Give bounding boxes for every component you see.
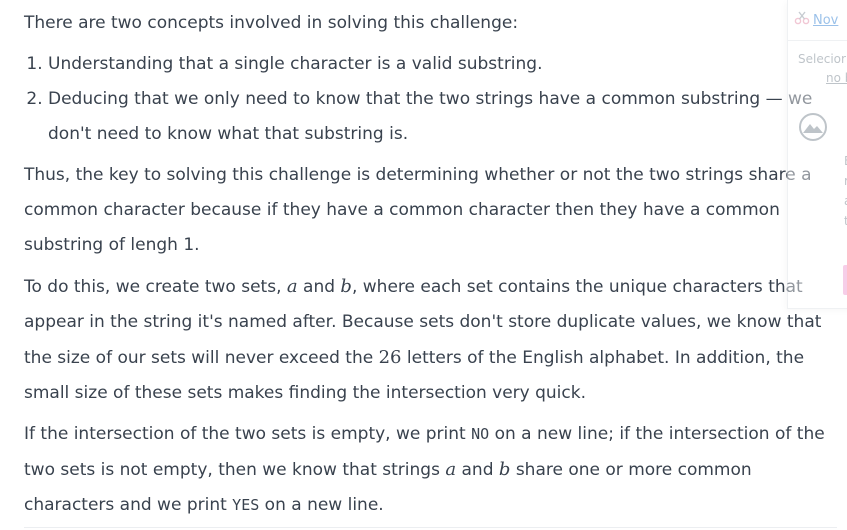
editorial-content: There are two concepts involved in solvi… — [24, 6, 844, 529]
intro-paragraph: There are two concepts involved in solvi… — [24, 13, 519, 33]
divider — [788, 40, 847, 41]
var-b: b — [498, 459, 511, 480]
new-button-label: Nov — [813, 12, 839, 28]
code-no: NO — [471, 425, 490, 443]
code-yes: YES — [232, 496, 260, 514]
alphabet-count: 26 — [378, 347, 402, 368]
var-b: b — [340, 276, 352, 297]
concepts-list: Understanding that a single character is… — [24, 47, 844, 152]
concept-item: Deducing that we only need to know that … — [48, 82, 844, 152]
sets-paragraph: To do this, we create two sets, a and b,… — [24, 276, 822, 403]
side-overlay-panel: Nov Selecior no botã E r a t — [787, 0, 847, 309]
bottom-divider — [24, 527, 837, 528]
var-a: a — [445, 459, 457, 480]
mountain-icon — [798, 112, 828, 142]
pink-tab[interactable] — [843, 265, 847, 295]
scissors-icon — [794, 10, 810, 30]
result-paragraph: If the intersection of the two sets is e… — [24, 424, 825, 515]
var-a: a — [286, 276, 298, 297]
key-paragraph: Thus, the key to solving this challenge … — [24, 165, 812, 255]
select-hint-link[interactable]: no botã — [826, 71, 847, 85]
select-hint: Selecior — [798, 52, 846, 66]
new-button[interactable]: Nov — [794, 10, 838, 30]
concept-item: Understanding that a single character is… — [48, 47, 844, 82]
